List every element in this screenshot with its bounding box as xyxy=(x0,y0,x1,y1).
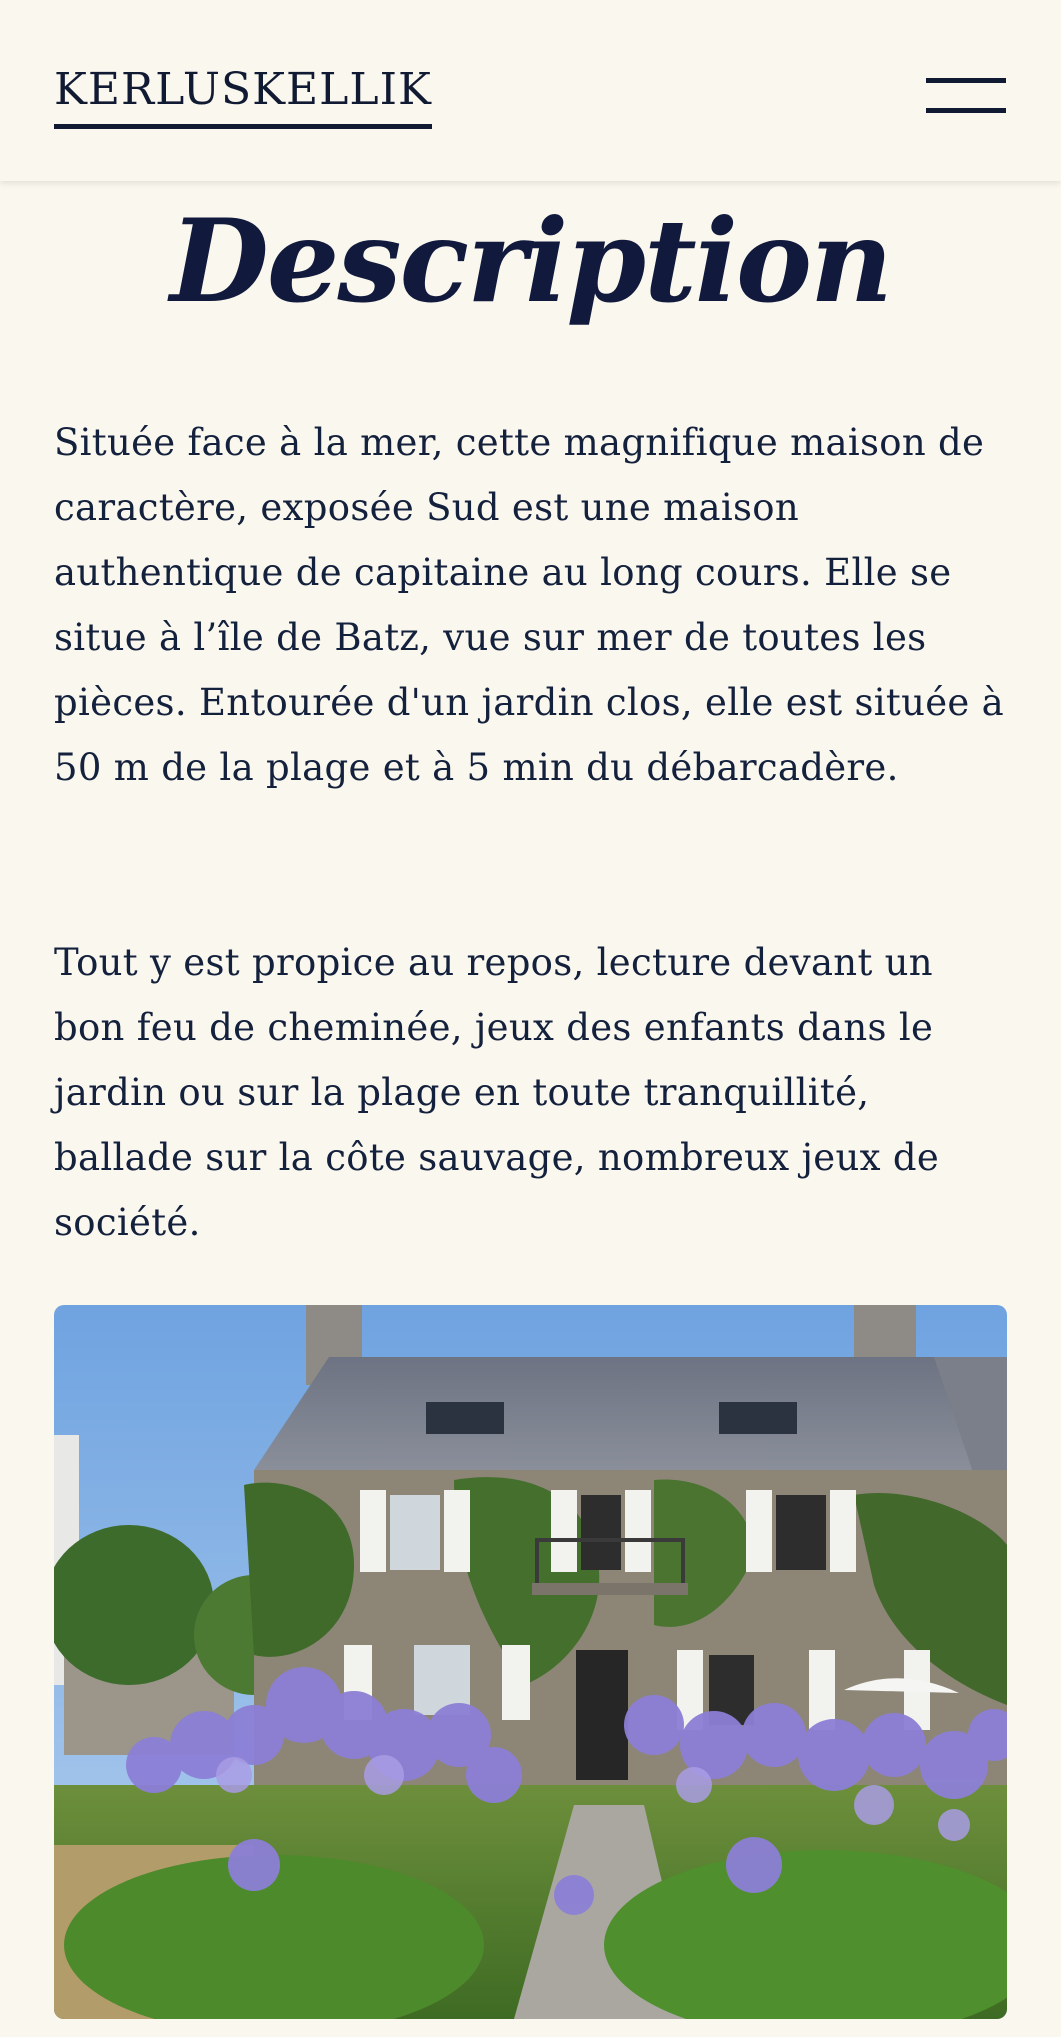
hamburger-menu-icon[interactable] xyxy=(920,76,1008,116)
description-paragraph-1: Située face à la mer, cette magnifique m… xyxy=(54,421,1005,789)
page-title: Description xyxy=(170,194,893,328)
menu-bar-bottom xyxy=(926,108,1006,113)
brand-logo-link[interactable]: KERLUSKELLIK xyxy=(54,64,432,129)
house-photo xyxy=(54,1305,1007,2019)
site-header: KERLUSKELLIK xyxy=(0,0,1061,181)
menu-bar-top xyxy=(926,78,1006,83)
description-paragraph-2: Tout y est propice au repos, lecture dev… xyxy=(54,941,940,1244)
